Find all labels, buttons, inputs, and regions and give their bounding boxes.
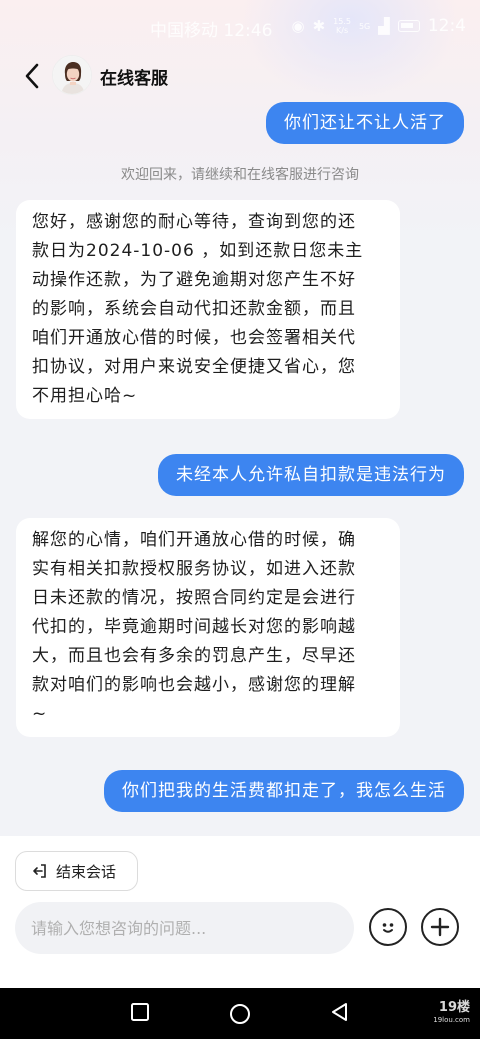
net-speed-value: 15.5 bbox=[333, 17, 351, 26]
watermark-domain: 19lou.com bbox=[433, 1016, 470, 1024]
triangle-back-icon bbox=[332, 1003, 347, 1021]
message-line: ~ bbox=[32, 704, 48, 724]
site-watermark: 19楼 19lou.com bbox=[433, 1000, 470, 1026]
message-line: 扣协议，对用户来说安全便捷又省心，您 bbox=[32, 357, 356, 377]
message-line: 您好，感谢您的耐心等待，查询到您的还 bbox=[32, 212, 356, 232]
system-nav-bar: 19楼 19lou.com bbox=[0, 988, 480, 1039]
message-input[interactable] bbox=[15, 902, 354, 954]
user-message[interactable]: 你们把我的生活费都扣走了，我怎么生活 bbox=[104, 770, 464, 812]
user-message[interactable]: 未经本人允许私自扣款是违法行为 bbox=[158, 454, 464, 496]
agent-message[interactable]: 您好，感谢您的耐心等待，查询到您的还 款日为2024-10-06 ，如到还款日您… bbox=[16, 200, 400, 419]
carrier-time: 中国移动 12:46 bbox=[150, 21, 273, 41]
composer: 结束会话 bbox=[0, 836, 480, 988]
status-bar: 中国移动 12:46 ◉ ✱ 15.5 K/s 5G ▟ 12:4 bbox=[0, 0, 480, 52]
signal-icon: ▟ bbox=[378, 17, 390, 35]
watermark-logo: 19楼 bbox=[438, 1000, 470, 1015]
emoji-icon bbox=[382, 923, 394, 933]
plus-icon bbox=[430, 917, 450, 937]
eye-comfort-icon: ◉ bbox=[291, 17, 305, 35]
net-speed-unit: K/s bbox=[336, 26, 349, 35]
back-arrow-icon bbox=[25, 63, 39, 89]
agent-avatar bbox=[52, 55, 92, 95]
back-button[interactable] bbox=[16, 58, 48, 94]
status-icons: ◉ ✱ 15.5 K/s 5G ▟ 12:4 bbox=[291, 16, 466, 36]
message-line: 解您的心情，咱们开通放心借的时候，确 bbox=[32, 530, 356, 550]
message-line: 大，而且也会有多余的罚息产生，尽早还 bbox=[32, 646, 356, 666]
end-session-label: 结束会话 bbox=[56, 862, 117, 881]
add-button[interactable] bbox=[421, 908, 459, 946]
message-line: 款对咱们的影响也会越小，感谢您的理解 bbox=[32, 675, 356, 695]
agent-message[interactable]: 解您的心情，咱们开通放心借的时候，确 实有相关扣款授权服务协议，如进入还款 日未… bbox=[16, 518, 400, 737]
back-nav-button[interactable] bbox=[330, 1002, 350, 1026]
end-session-button[interactable]: 结束会话 bbox=[15, 851, 138, 891]
square-icon bbox=[131, 1003, 149, 1021]
message-line: 咱们开通放心借的时候，也会签署相关代 bbox=[32, 328, 356, 348]
message-line: 的影响，系统会自动代扣还款金额，而且 bbox=[32, 299, 356, 319]
message-line: 实有相关扣款授权服务协议，如进入还款 bbox=[32, 559, 356, 579]
user-message[interactable]: 你们还让不让人活了 bbox=[266, 102, 464, 144]
message-line: 日未还款的情况，按照合同约定是会进行 bbox=[32, 588, 356, 608]
message-line: 款日为2024-10-06 ，如到还款日您未主 bbox=[32, 241, 364, 261]
emoji-button[interactable] bbox=[369, 908, 407, 946]
recents-button[interactable] bbox=[130, 1002, 150, 1026]
message-line: 动操作还款，为了避免逾期对您产生不好 bbox=[32, 270, 356, 290]
battery-icon bbox=[397, 20, 420, 32]
status-time: 12:4 bbox=[427, 16, 466, 36]
message-line: 代扣的，毕竟逾期时间越长对您的影响越 bbox=[32, 617, 356, 637]
chat-header: 在线客服 bbox=[0, 52, 480, 100]
home-button[interactable] bbox=[229, 1003, 251, 1029]
circle-icon bbox=[230, 1004, 250, 1024]
exit-icon bbox=[33, 864, 46, 878]
network-type: 5G bbox=[358, 21, 371, 31]
message-line: 不用担心哈~ bbox=[32, 386, 138, 406]
page-title: 在线客服 bbox=[100, 69, 168, 89]
system-notice: 欢迎回来，请继续和在线客服进行咨询 bbox=[121, 167, 359, 183]
net-speed: 15.5 K/s bbox=[333, 17, 351, 35]
bluetooth-icon: ✱ bbox=[312, 17, 326, 35]
